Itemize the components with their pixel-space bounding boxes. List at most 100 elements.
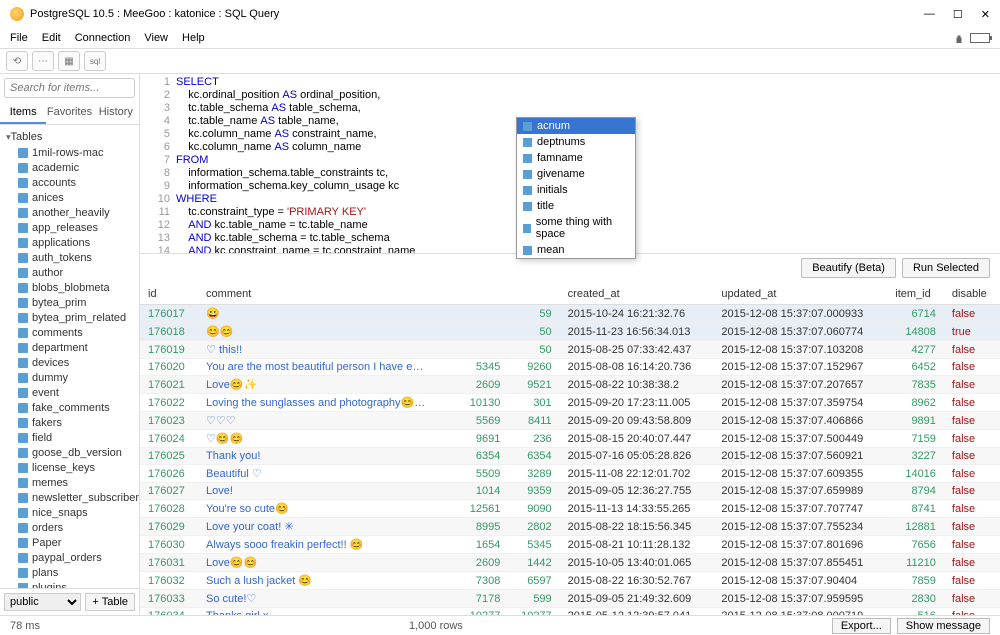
toolbar-more[interactable]: ⋯ [32,51,54,71]
table-row[interactable]: 176028You're so cute😊1256190902015-11-13… [140,500,1000,518]
table-plans[interactable]: plans [0,565,139,580]
col-created_at[interactable]: created_at [560,284,714,305]
menu-help[interactable]: Help [182,32,205,44]
window-close[interactable]: ✕ [981,8,990,21]
table-1mil-rows-mac[interactable]: 1mil-rows-mac [0,145,139,160]
table-orders[interactable]: orders [0,520,139,535]
table-devices[interactable]: devices [0,355,139,370]
menu-view[interactable]: View [144,32,168,44]
table-icon [18,463,28,473]
table-blobs_blobmeta[interactable]: blobs_blobmeta [0,280,139,295]
table-paypal_orders[interactable]: paypal_orders [0,550,139,565]
table-app_releases[interactable]: app_releases [0,220,139,235]
table-icon [18,313,28,323]
window-maximize[interactable]: ☐ [953,8,963,21]
table-department[interactable]: department [0,340,139,355]
tab-favorites[interactable]: Favorites [46,102,92,124]
table-newsletter_subscribers[interactable]: newsletter_subscribers [0,490,139,505]
toolbar: ⟲ ⋯ ▦ sql [0,48,1000,74]
ac-item[interactable]: givename [517,166,635,182]
column-icon [523,246,532,255]
table-comments[interactable]: comments [0,325,139,340]
table-field[interactable]: field [0,430,139,445]
beautify-button[interactable]: Beautify (Beta) [801,258,896,278]
toolbar-grid[interactable]: ▦ [58,51,80,71]
toolbar-refresh[interactable]: ⟲ [6,51,28,71]
table-row[interactable]: 176024♡😊😊96912362015-08-15 20:40:07.4472… [140,430,1000,448]
table-fakers[interactable]: fakers [0,415,139,430]
table-row[interactable]: 176017😀592015-10-24 16:21:32.762015-12-0… [140,305,1000,323]
column-icon [523,122,532,131]
table-row[interactable]: 176020You are the most beautiful person … [140,359,1000,376]
ac-item[interactable]: acnum [517,118,635,134]
col-blank[interactable] [508,284,559,305]
table-author[interactable]: author [0,265,139,280]
table-row[interactable]: 176026Beautiful ♡550932892015-11-08 22:1… [140,465,1000,483]
tables-header[interactable]: Tables [0,129,139,145]
table-auth_tokens[interactable]: auth_tokens [0,250,139,265]
table-Paper[interactable]: Paper [0,535,139,550]
add-table-button[interactable]: + Table [85,593,135,611]
table-row[interactable]: 176019♡ this!!502015-08-25 07:33:42.4372… [140,341,1000,359]
col-blank[interactable] [457,284,508,305]
table-row[interactable]: 176018😊😊502015-11-23 16:56:34.0132015-12… [140,323,1000,341]
table-row[interactable]: 176022Loving the sunglasses and photogra… [140,394,1000,412]
table-bytea_prim_related[interactable]: bytea_prim_related [0,310,139,325]
ac-item[interactable]: mean [517,242,635,254]
table-memes[interactable]: memes [0,475,139,490]
table-row[interactable]: 176034Thanks girl x10277102772015-05-12 … [140,608,1000,616]
ac-item[interactable]: deptnums [517,134,635,150]
menu-file[interactable]: File [10,32,28,44]
search-input[interactable] [4,78,135,98]
table-bytea_prim[interactable]: bytea_prim [0,295,139,310]
table-row[interactable]: 176030Always sooo freakin perfect!! 😊165… [140,536,1000,554]
table-academic[interactable]: academic [0,160,139,175]
toolbar-sql[interactable]: sql [84,51,106,71]
results-grid[interactable]: idcomment created_atupdated_atitem_iddisa… [140,284,1000,615]
menu-edit[interactable]: Edit [42,32,61,44]
table-fake_comments[interactable]: fake_comments [0,400,139,415]
table-event[interactable]: event [0,385,139,400]
col-updated_at[interactable]: updated_at [713,284,887,305]
col-item_id[interactable]: item_id [887,284,944,305]
table-row[interactable]: 176023♡♡♡556984112015-09-20 09:43:58.809… [140,412,1000,430]
table-row[interactable]: 176033So cute!♡71785992015-09-05 21:49:3… [140,590,1000,608]
table-goose_db_version[interactable]: goose_db_version [0,445,139,460]
table-icon [18,553,28,563]
run-selected-button[interactable]: Run Selected [902,258,990,278]
autocomplete-popup[interactable]: acnumdeptnumsfamnamegivenameinitialstitl… [516,117,636,254]
table-icon [18,373,28,383]
tab-items[interactable]: Items [0,102,46,124]
table-applications[interactable]: applications [0,235,139,250]
export-button[interactable]: Export... [832,618,891,634]
table-anices[interactable]: anices [0,190,139,205]
table-another_heavily[interactable]: another_heavily [0,205,139,220]
table-license_keys[interactable]: license_keys [0,460,139,475]
table-icon [18,328,28,338]
menubar: File Edit Connection View Help [0,28,1000,48]
table-row[interactable]: 176029Love your coat! ✳899528022015-08-2… [140,518,1000,536]
ac-item[interactable]: initials [517,182,635,198]
titlebar: PostgreSQL 10.5 : MeeGoo : katonice : SQ… [0,0,1000,28]
window-minimize[interactable]: — [924,8,935,21]
ac-item[interactable]: some thing with space [517,214,635,242]
schema-select[interactable]: public [4,593,81,611]
table-accounts[interactable]: accounts [0,175,139,190]
show-message-button[interactable]: Show message [897,618,990,634]
table-row[interactable]: 176027Love!101493592015-09-05 12:36:27.7… [140,483,1000,500]
col-comment[interactable]: comment [198,284,457,305]
table-row[interactable]: 176031Love😊😊260914422015-10-05 13:40:01.… [140,554,1000,572]
ac-item[interactable]: famname [517,150,635,166]
menu-connection[interactable]: Connection [75,32,131,44]
table-plugins[interactable]: plugins [0,580,139,588]
table-row[interactable]: 176025Thank you!635463542015-07-16 05:05… [140,448,1000,465]
tab-history[interactable]: History [93,102,139,124]
col-disable[interactable]: disable [944,284,1000,305]
table-nice_snaps[interactable]: nice_snaps [0,505,139,520]
sql-editor[interactable]: 123456789101112131415161718 SELECT kc.or… [140,74,1000,254]
table-row[interactable]: 176021Love😊✨260995212015-08-22 10:38:38.… [140,376,1000,394]
ac-item[interactable]: title [517,198,635,214]
table-dummy[interactable]: dummy [0,370,139,385]
table-row[interactable]: 176032Such a lush jacket 😊730865972015-0… [140,572,1000,590]
col-id[interactable]: id [140,284,198,305]
